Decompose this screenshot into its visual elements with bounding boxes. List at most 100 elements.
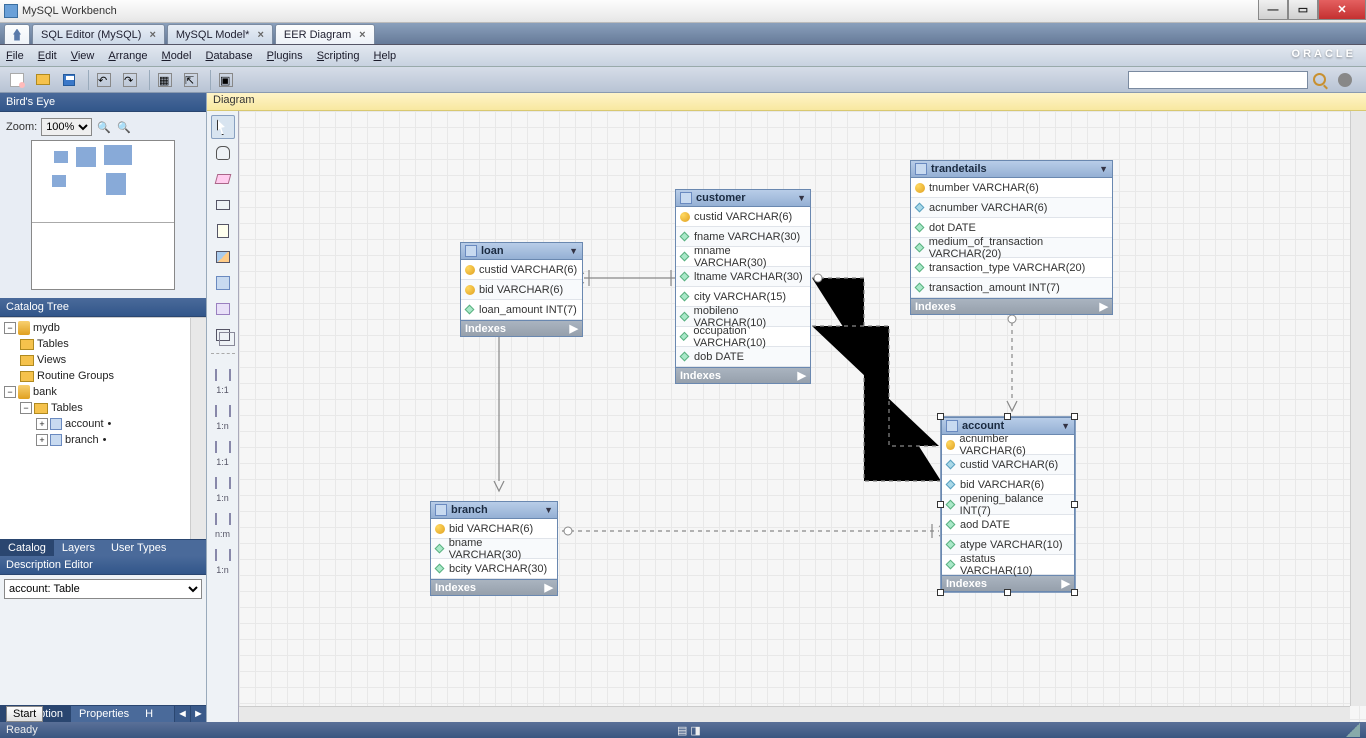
search-settings-button[interactable] [1334, 70, 1356, 90]
tree-folder-views[interactable]: Views [2, 352, 204, 368]
tab-eer-diagram[interactable]: EER Diagram × [275, 24, 375, 44]
expand-icon[interactable]: ▶ [545, 581, 553, 594]
column-ltname[interactable]: ltname VARCHAR(30) [676, 267, 810, 287]
tree-table-account[interactable]: +account• [2, 416, 204, 432]
tab-catalog[interactable]: Catalog [0, 540, 54, 556]
column-tnumber[interactable]: tnumber VARCHAR(6) [911, 178, 1112, 198]
minimize-button[interactable]: — [1258, 0, 1288, 20]
tab-history[interactable]: H [137, 706, 161, 722]
menu-help[interactable]: Help [374, 50, 397, 62]
tree-table-branch[interactable]: +branch• [2, 432, 204, 448]
align-button[interactable]: ⇱ [180, 70, 202, 90]
menu-arrange[interactable]: Arrange [108, 50, 147, 62]
entity-header[interactable]: loan▼ [460, 242, 583, 260]
new-button[interactable] [6, 70, 28, 90]
selection-handle[interactable] [937, 501, 944, 508]
entity-header[interactable]: customer▼ [675, 189, 811, 207]
preferences-button[interactable]: ▣ [215, 70, 237, 90]
entity-indexes[interactable]: Indexes▶ [460, 321, 583, 337]
tab-close-icon[interactable]: × [257, 29, 263, 41]
menu-view[interactable]: View [71, 50, 95, 62]
menu-database[interactable]: Database [205, 50, 252, 62]
open-button[interactable] [32, 70, 54, 90]
column-mname[interactable]: mname VARCHAR(30) [676, 247, 810, 267]
tool-table[interactable] [211, 271, 235, 295]
tab-close-icon[interactable]: × [359, 29, 365, 41]
tool-eraser[interactable] [211, 167, 235, 191]
menu-model[interactable]: Model [162, 50, 192, 62]
tool-rel-1-n-ni[interactable] [211, 399, 235, 423]
entity-loan[interactable]: loan▼custid VARCHAR(6)bid VARCHAR(6)loan… [460, 242, 583, 337]
column-acnumber[interactable]: acnumber VARCHAR(6) [942, 435, 1074, 455]
tool-hand[interactable] [211, 141, 235, 165]
expand-icon[interactable]: ▶ [1062, 577, 1070, 590]
column-acnumber[interactable]: acnumber VARCHAR(6) [911, 198, 1112, 218]
tool-pointer[interactable] [211, 115, 235, 139]
selection-handle[interactable] [937, 413, 944, 420]
menu-scripting[interactable]: Scripting [317, 50, 360, 62]
entity-trandetails[interactable]: trandetails▼tnumber VARCHAR(6)acnumber V… [910, 160, 1113, 315]
tool-rel-1-n-id[interactable] [211, 471, 235, 495]
menu-plugins[interactable]: Plugins [267, 50, 303, 62]
column-bid[interactable]: bid VARCHAR(6) [461, 280, 582, 300]
entity-header[interactable]: branch▼ [430, 501, 558, 519]
start-button[interactable]: Start [6, 706, 43, 722]
tab-close-icon[interactable]: × [149, 29, 155, 41]
entity-indexes[interactable]: Indexes▶ [910, 299, 1113, 315]
column-custid[interactable]: custid VARCHAR(6) [676, 207, 810, 227]
selection-handle[interactable] [1071, 501, 1078, 508]
selection-handle[interactable] [937, 589, 944, 596]
resize-grip[interactable] [1346, 723, 1360, 737]
entity-customer[interactable]: customer▼custid VARCHAR(6)fname VARCHAR(… [675, 189, 811, 384]
maximize-button[interactable]: ▭ [1288, 0, 1318, 20]
entity-indexes[interactable]: Indexes▶ [675, 368, 811, 384]
zoom-in-button[interactable]: 🔍 [96, 119, 112, 135]
tree-folder-routine-groups[interactable]: Routine Groups [2, 368, 204, 384]
tool-view[interactable] [211, 297, 235, 321]
tab-user-types[interactable]: User Types [103, 540, 174, 556]
tree-db-mydb[interactable]: −mydb [2, 320, 204, 336]
column-astatus[interactable]: astatus VARCHAR(10) [942, 555, 1074, 575]
expand-icon[interactable]: ▶ [570, 322, 578, 335]
expand-icon[interactable]: ▶ [798, 369, 806, 382]
tool-note[interactable] [211, 219, 235, 243]
nav-prev-button[interactable]: ◄ [174, 706, 190, 722]
column-occupation[interactable]: occupation VARCHAR(10) [676, 327, 810, 347]
tool-image[interactable] [211, 245, 235, 269]
catalog-scrollbar[interactable] [190, 318, 206, 539]
description-select[interactable]: account: Table [4, 579, 202, 599]
column-custid[interactable]: custid VARCHAR(6) [942, 455, 1074, 475]
selection-handle[interactable] [1071, 589, 1078, 596]
column-bname[interactable]: bname VARCHAR(30) [431, 539, 557, 559]
tool-rel-existing[interactable] [211, 543, 235, 567]
diagram-canvas[interactable]: loan▼custid VARCHAR(6)bid VARCHAR(6)loan… [239, 111, 1366, 722]
tool-rel-n-m[interactable] [211, 507, 235, 531]
column-dob[interactable]: dob DATE [676, 347, 810, 367]
collapse-icon[interactable]: ▼ [544, 505, 553, 515]
menu-edit[interactable]: Edit [38, 50, 57, 62]
tab-home[interactable] [4, 24, 30, 44]
tool-rel-1-1-id[interactable] [211, 435, 235, 459]
tool-rel-1-1-ni[interactable] [211, 363, 235, 387]
grid-button[interactable]: ▦ [154, 70, 176, 90]
menu-file[interactable]: File [6, 50, 24, 62]
column-transaction_type[interactable]: transaction_type VARCHAR(20) [911, 258, 1112, 278]
entity-account[interactable]: account▼acnumber VARCHAR(6)custid VARCHA… [941, 417, 1075, 592]
tree-db-bank[interactable]: −bank [2, 384, 204, 400]
canvas-vscrollbar[interactable] [1350, 111, 1366, 706]
zoom-out-button[interactable]: 🔍 [116, 119, 132, 135]
tab-layers[interactable]: Layers [54, 540, 103, 556]
collapse-icon[interactable]: ▼ [1099, 164, 1108, 174]
column-aod[interactable]: aod DATE [942, 515, 1074, 535]
column-medium_of_transaction[interactable]: medium_of_transaction VARCHAR(20) [911, 238, 1112, 258]
birds-eye-preview[interactable] [31, 140, 175, 290]
entity-branch[interactable]: branch▼bid VARCHAR(6)bname VARCHAR(30)bc… [430, 501, 558, 596]
selection-handle[interactable] [1071, 413, 1078, 420]
undo-button[interactable]: ↶ [93, 70, 115, 90]
tree-folder-bank-tables[interactable]: −Tables [2, 400, 204, 416]
column-opening_balance[interactable]: opening_balance INT(7) [942, 495, 1074, 515]
entity-indexes[interactable]: Indexes▶ [430, 580, 558, 596]
selection-handle[interactable] [1004, 413, 1011, 420]
column-custid[interactable]: custid VARCHAR(6) [461, 260, 582, 280]
nav-next-button[interactable]: ► [190, 706, 206, 722]
